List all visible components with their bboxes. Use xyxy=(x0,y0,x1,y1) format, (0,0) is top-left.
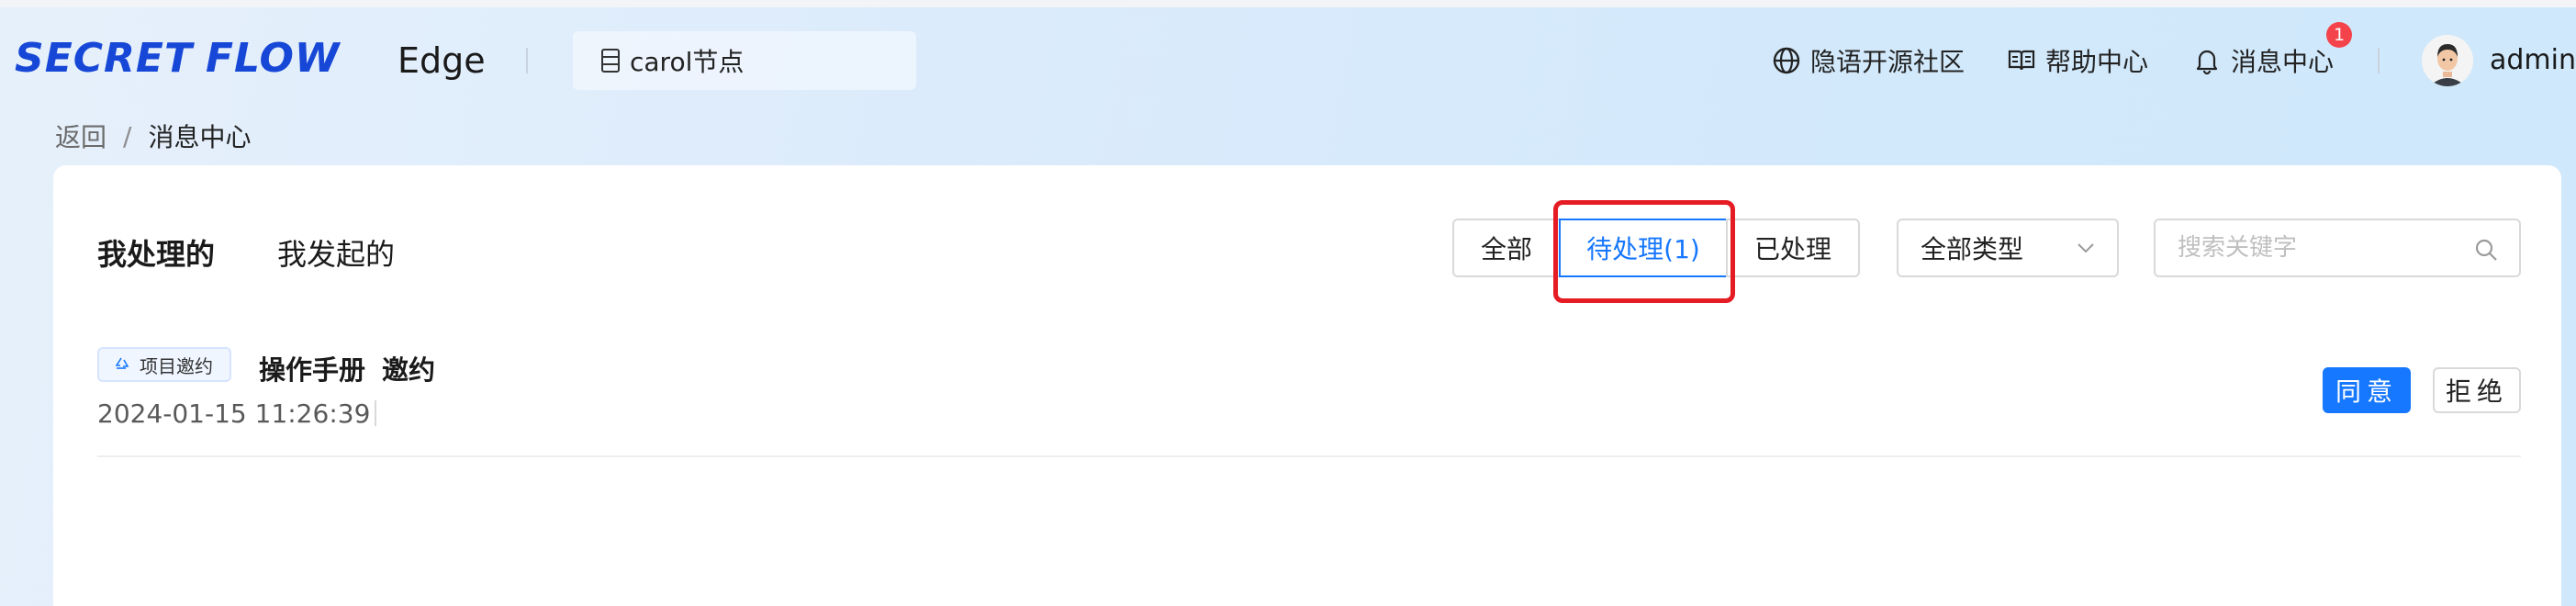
breadcrumb-separator: / xyxy=(123,120,132,152)
breadcrumb-back[interactable]: 返回 xyxy=(55,118,106,154)
node-selector-label: carol节点 xyxy=(630,47,745,77)
breadcrumb-current: 消息中心 xyxy=(148,122,252,152)
message-title-project: 操作手册 xyxy=(259,354,366,386)
header-divider xyxy=(526,48,528,73)
globe-icon xyxy=(1773,47,1800,74)
app-title: Edge xyxy=(398,40,486,81)
logo-text-right: FLOW xyxy=(206,35,341,82)
filter-all[interactable]: 全部 xyxy=(1452,219,1561,277)
server-icon xyxy=(601,49,620,73)
tab-initiated-by-me[interactable]: 我发起的 xyxy=(277,231,395,274)
message-type-tag: 项目邀约 xyxy=(97,347,231,382)
user-name[interactable]: admin xyxy=(2490,44,2576,76)
breadcrumb: 返回 / 消息中心 xyxy=(55,118,251,154)
reject-button[interactable]: 拒绝 xyxy=(2433,367,2521,413)
agree-button[interactable]: 同意 xyxy=(2323,367,2411,413)
message-title-action: 邀约 xyxy=(382,354,436,386)
top-strip xyxy=(0,0,2576,7)
secretflow-logo[interactable]: SECRET FLOW xyxy=(15,35,340,82)
search-input[interactable] xyxy=(2176,233,2455,263)
nav-messages-label: 消息中心 xyxy=(2231,47,2335,77)
recycle-icon xyxy=(115,357,129,369)
nav-help[interactable]: 帮助中心 xyxy=(2007,42,2148,79)
nav-community[interactable]: 隐语开源社区 xyxy=(1772,42,1965,79)
nav-help-label: 帮助中心 xyxy=(2045,47,2149,77)
filter-processed[interactable]: 已处理 xyxy=(1726,219,1860,277)
highlight-box xyxy=(1553,200,1735,303)
search-box[interactable] xyxy=(2154,219,2521,277)
message-type-label: 项目邀约 xyxy=(140,354,213,377)
node-selector[interactable]: carol节点 xyxy=(573,31,916,90)
user-avatar-icon xyxy=(2422,35,2473,86)
nav-community-label: 隐语开源社区 xyxy=(1810,47,1966,77)
row-divider xyxy=(97,455,2521,457)
message-title[interactable]: 操作手册 邀约 xyxy=(259,349,435,387)
logo-text-left: SECRET xyxy=(15,35,193,82)
type-select[interactable]: 全部类型 xyxy=(1897,219,2119,277)
search-icon[interactable] xyxy=(2473,237,2499,263)
type-select-value: 全部类型 xyxy=(1921,234,2024,264)
avatar[interactable] xyxy=(2422,35,2473,86)
book-icon xyxy=(2008,50,2035,71)
timestamp-divider xyxy=(375,400,376,426)
tab-handled-by-me[interactable]: 我处理的 xyxy=(97,231,215,274)
chevron-down-icon xyxy=(2078,243,2094,253)
message-count-badge: 1 xyxy=(2326,22,2352,48)
bell-icon xyxy=(2196,50,2218,75)
nav-messages[interactable]: 消息中心 xyxy=(2192,42,2334,79)
header-divider-right xyxy=(2378,48,2380,73)
message-timestamp: 2024-01-15 11:26:39 xyxy=(97,398,371,429)
